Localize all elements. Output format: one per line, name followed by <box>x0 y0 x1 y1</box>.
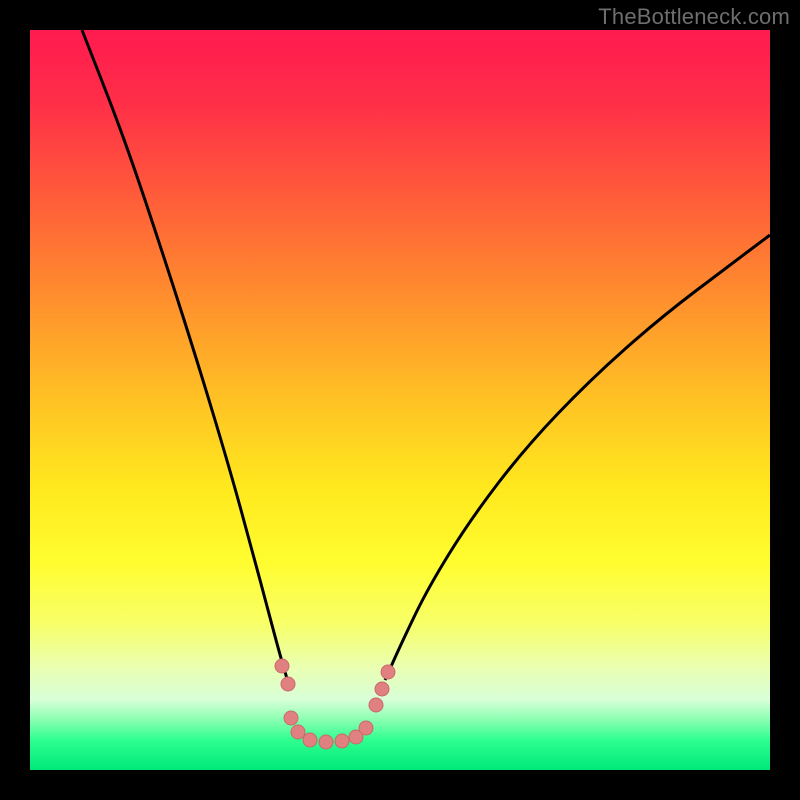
plot-area <box>30 30 770 770</box>
watermark-text: TheBottleneck.com <box>598 4 790 30</box>
trough-marker <box>335 734 349 748</box>
trough-marker <box>281 677 295 691</box>
trough-marker <box>359 721 373 735</box>
trough-marker <box>303 733 317 747</box>
trough-markers <box>275 659 395 749</box>
trough-marker <box>369 698 383 712</box>
chart-frame: TheBottleneck.com <box>0 0 800 800</box>
trough-marker <box>291 725 305 739</box>
trough-marker <box>319 735 333 749</box>
trough-marker <box>284 711 298 725</box>
trough-marker <box>275 659 289 673</box>
curve-layer <box>30 30 770 770</box>
trough-marker <box>375 682 389 696</box>
trough-marker <box>381 665 395 679</box>
curve-left <box>82 30 288 682</box>
curve-right <box>385 235 770 680</box>
